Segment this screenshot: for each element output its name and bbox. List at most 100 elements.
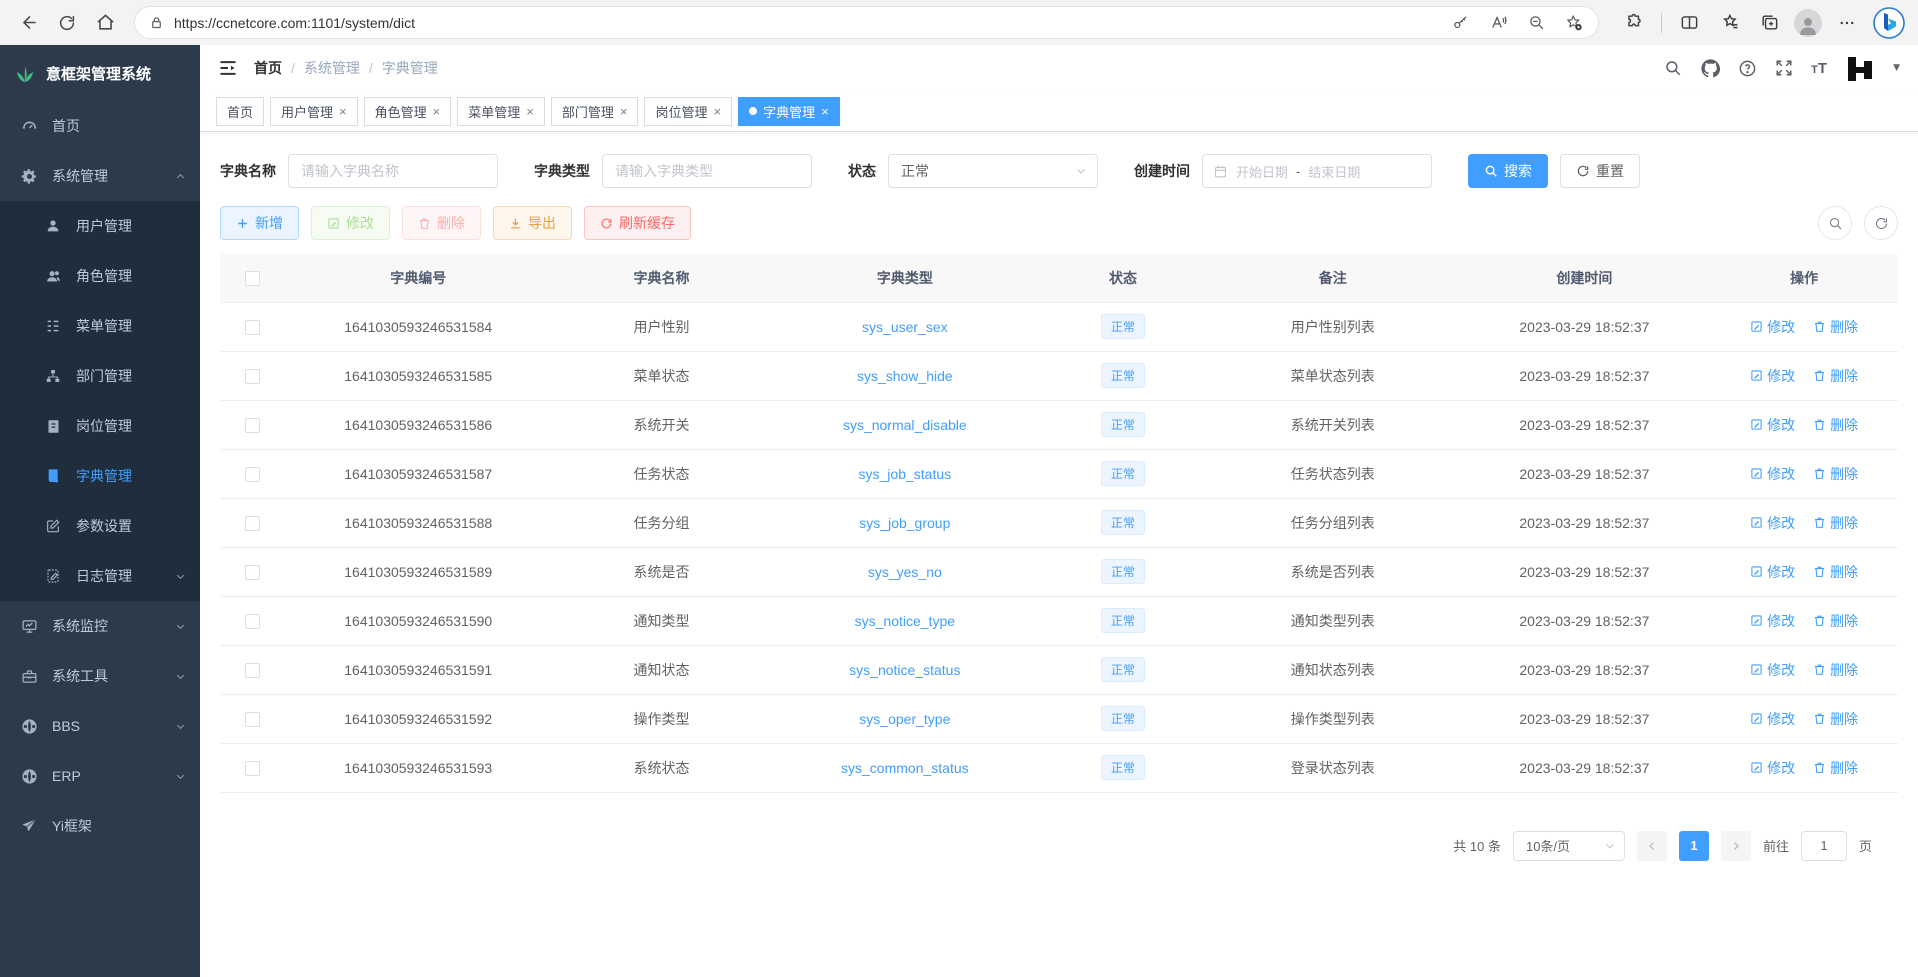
tab-role-mgmt[interactable]: 角色管理× [364, 97, 452, 126]
sidebar-item-system-monitor[interactable]: 系统监控 [0, 601, 200, 651]
yi-logo-icon[interactable] [1844, 53, 1876, 83]
sidebar-item-system-tools[interactable]: 系统工具 [0, 651, 200, 701]
dict-type-input[interactable] [602, 154, 812, 188]
goto-page-input[interactable] [1801, 831, 1847, 861]
row-edit-link[interactable]: 修改 [1750, 513, 1795, 533]
row-edit-link[interactable]: 修改 [1750, 611, 1795, 631]
header-search-icon[interactable] [1663, 58, 1683, 78]
row-delete-link[interactable]: 删除 [1813, 317, 1858, 337]
row-delete-link[interactable]: 删除 [1813, 611, 1858, 631]
collections-icon[interactable] [1754, 8, 1784, 38]
row-edit-link[interactable]: 修改 [1750, 317, 1795, 337]
search-button[interactable]: 搜索 [1468, 154, 1548, 188]
dict-type-link[interactable]: sys_job_group [859, 515, 950, 531]
help-icon[interactable] [1737, 58, 1757, 78]
row-edit-link[interactable]: 修改 [1750, 660, 1795, 680]
dict-type-link[interactable]: sys_common_status [841, 760, 969, 776]
font-size-icon[interactable]: TT [1811, 60, 1827, 77]
tab-dept-mgmt[interactable]: 部门管理× [551, 97, 639, 126]
row-checkbox[interactable] [245, 516, 260, 531]
browser-reload-button[interactable] [50, 6, 84, 40]
row-checkbox[interactable] [245, 565, 260, 580]
sidebar-item-home[interactable]: 首页 [0, 101, 200, 151]
sidebar-item-dict-mgmt[interactable]: 字典管理 [0, 451, 200, 501]
tab-home[interactable]: 首页 [216, 97, 264, 126]
row-edit-link[interactable]: 修改 [1750, 562, 1795, 582]
dict-type-link[interactable]: sys_job_status [859, 466, 952, 482]
sidebar-item-user-mgmt[interactable]: 用户管理 [0, 201, 200, 251]
breadcrumb-home[interactable]: 首页 [254, 58, 282, 78]
next-page-button[interactable] [1721, 831, 1751, 861]
sidebar-item-role-mgmt[interactable]: 角色管理 [0, 251, 200, 301]
split-screen-icon[interactable] [1674, 8, 1704, 38]
row-checkbox[interactable] [245, 369, 260, 384]
close-icon[interactable]: × [713, 104, 721, 119]
chevron-down-icon[interactable]: ▼ [1893, 63, 1900, 73]
more-menu-icon[interactable] [1832, 8, 1862, 38]
select-all-checkbox[interactable] [245, 271, 260, 286]
dict-type-link[interactable]: sys_notice_status [849, 662, 960, 678]
sidebar-item-post-mgmt[interactable]: 岗位管理 [0, 401, 200, 451]
export-button[interactable]: 导出 [493, 206, 572, 240]
row-edit-link[interactable]: 修改 [1750, 415, 1795, 435]
row-checkbox[interactable] [245, 467, 260, 482]
dict-type-link[interactable]: sys_show_hide [857, 368, 953, 384]
read-aloud-icon[interactable] [1484, 9, 1512, 37]
github-icon[interactable] [1700, 58, 1720, 78]
row-checkbox[interactable] [245, 614, 260, 629]
sidebar-item-menu-mgmt[interactable]: 菜单管理 [0, 301, 200, 351]
row-checkbox[interactable] [245, 418, 260, 433]
sidebar-item-dept-mgmt[interactable]: 部门管理 [0, 351, 200, 401]
lock-icon[interactable] [149, 15, 164, 30]
dict-type-link[interactable]: sys_user_sex [862, 319, 948, 335]
dict-type-link[interactable]: sys_oper_type [859, 711, 950, 727]
sidebar-item-bbs[interactable]: BBS [0, 701, 200, 751]
row-delete-link[interactable]: 删除 [1813, 660, 1858, 680]
password-key-icon[interactable] [1446, 9, 1474, 37]
sidebar-collapse-icon[interactable] [218, 58, 238, 78]
zoom-out-icon[interactable] [1522, 9, 1550, 37]
row-delete-link[interactable]: 删除 [1813, 562, 1858, 582]
row-delete-link[interactable]: 删除 [1813, 758, 1858, 778]
row-delete-link[interactable]: 删除 [1813, 464, 1858, 484]
prev-page-button[interactable] [1637, 831, 1667, 861]
sidebar-item-yi-framework[interactable]: Yi框架 [0, 801, 200, 851]
row-delete-link[interactable]: 删除 [1813, 366, 1858, 386]
sidebar-item-log-mgmt[interactable]: 日志管理 [0, 551, 200, 601]
address-bar[interactable]: https://ccnetcore.com:1101/system/dict [134, 6, 1599, 39]
row-checkbox[interactable] [245, 320, 260, 335]
toggle-search-button[interactable] [1818, 206, 1852, 240]
row-delete-link[interactable]: 删除 [1813, 513, 1858, 533]
refresh-cache-button[interactable]: 刷新缓存 [584, 206, 691, 240]
close-icon[interactable]: × [821, 104, 829, 119]
close-icon[interactable]: × [339, 104, 347, 119]
sidebar-item-erp[interactable]: ERP [0, 751, 200, 801]
row-edit-link[interactable]: 修改 [1750, 366, 1795, 386]
status-select[interactable]: 正常 [888, 154, 1098, 188]
bing-chat-icon[interactable] [1872, 6, 1906, 40]
close-icon[interactable]: × [620, 104, 628, 119]
tab-dict-mgmt[interactable]: 字典管理× [738, 97, 840, 126]
sidebar-item-param-settings[interactable]: 参数设置 [0, 501, 200, 551]
add-button[interactable]: 新增 [220, 206, 299, 240]
row-edit-link[interactable]: 修改 [1750, 464, 1795, 484]
tab-post-mgmt[interactable]: 岗位管理× [644, 97, 732, 126]
url-text[interactable]: https://ccnetcore.com:1101/system/dict [174, 15, 1436, 31]
row-edit-link[interactable]: 修改 [1750, 709, 1795, 729]
favorites-icon[interactable] [1714, 8, 1744, 38]
breadcrumb-system-mgmt[interactable]: 系统管理 [304, 58, 360, 78]
row-delete-link[interactable]: 删除 [1813, 709, 1858, 729]
row-checkbox[interactable] [245, 712, 260, 727]
profile-avatar[interactable] [1794, 9, 1822, 37]
extensions-icon[interactable] [1619, 8, 1649, 38]
row-edit-link[interactable]: 修改 [1750, 758, 1795, 778]
tab-menu-mgmt[interactable]: 菜单管理× [457, 97, 545, 126]
dict-name-input[interactable] [288, 154, 498, 188]
favorite-add-icon[interactable] [1560, 9, 1588, 37]
delete-button[interactable]: 删除 [402, 206, 481, 240]
row-checkbox[interactable] [245, 761, 260, 776]
date-range-picker[interactable]: 开始日期 - 结束日期 [1202, 154, 1432, 188]
fullscreen-icon[interactable] [1774, 58, 1794, 78]
current-page[interactable]: 1 [1679, 831, 1709, 861]
row-delete-link[interactable]: 删除 [1813, 415, 1858, 435]
